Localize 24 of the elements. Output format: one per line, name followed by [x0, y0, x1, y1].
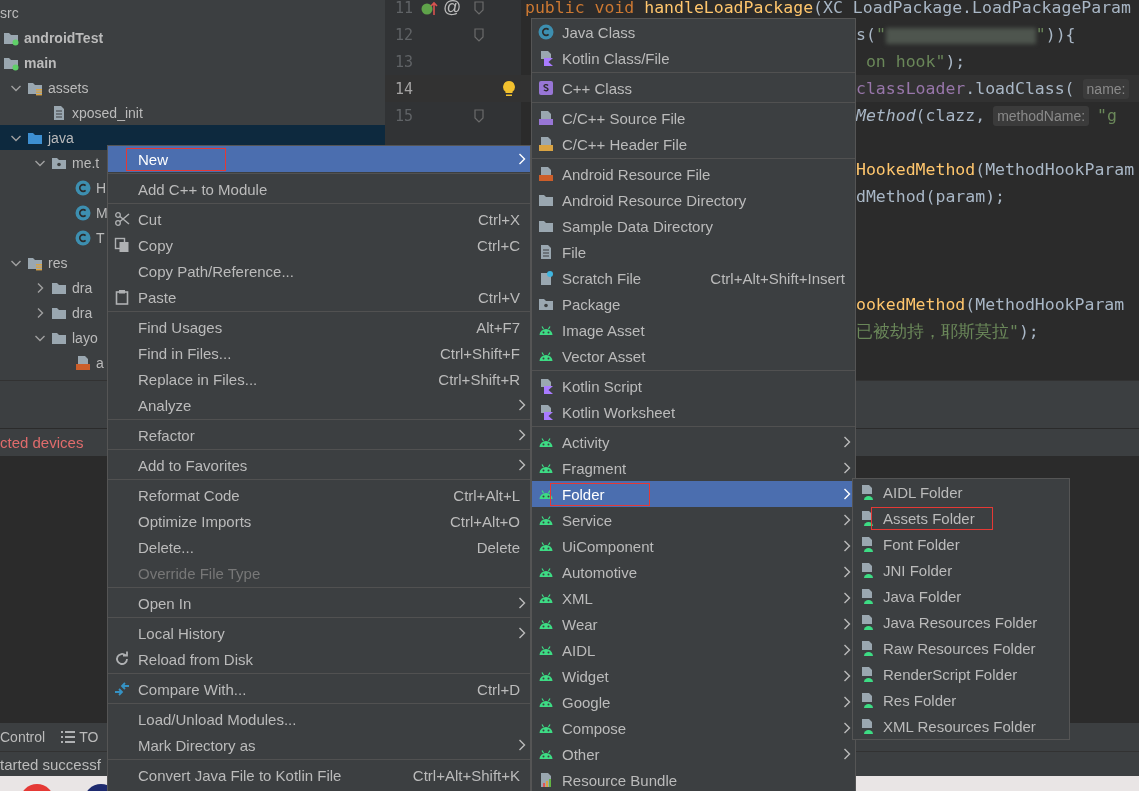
shortcut-label: Ctrl+V [477, 288, 520, 306]
status-text: tarted successf [0, 755, 101, 773]
code-line: Method(clazz, methodName: "g [856, 106, 1117, 125]
code-line: public void handleLoadPackage(XC LoadPackage.LoadPackageParam [525, 0, 1131, 17]
code-line: 已被劫持，耶斯莫拉"); [856, 320, 1039, 343]
shortcut-label: Ctrl+C [477, 236, 520, 254]
shortcut-label: Delete [476, 538, 520, 556]
error-message: cted devices [0, 434, 84, 451]
shortcut-label: Ctrl+Alt+Shift+K [412, 766, 520, 784]
code-line: dMethod(param); [856, 187, 1005, 206]
code-line: s(" ")){ [856, 25, 1076, 44]
code-line: HookedMethod(MethodHookParam [856, 160, 1135, 179]
code-line: ookedMethod(MethodHookParam [856, 295, 1125, 314]
shortcut-label: Ctrl+Alt+Shift+Insert [710, 269, 845, 287]
shortcut-label: Ctrl+Alt+O [449, 512, 520, 530]
shortcut-label: Ctrl+Alt+L [453, 486, 520, 504]
shortcut-label: Ctrl+Shift+F [439, 344, 520, 362]
shortcut-label: Alt+F7 [476, 318, 520, 336]
code-line: on hook"); [864, 52, 966, 71]
code-line: classLoader.loadClass( name: [856, 79, 1138, 98]
shortcut-label: Ctrl+Shift+R [438, 370, 520, 388]
line-number: 14 [394, 79, 413, 98]
shortcut-label: Ctrl+X [477, 210, 520, 228]
shortcut-label: Ctrl+D [477, 680, 520, 698]
